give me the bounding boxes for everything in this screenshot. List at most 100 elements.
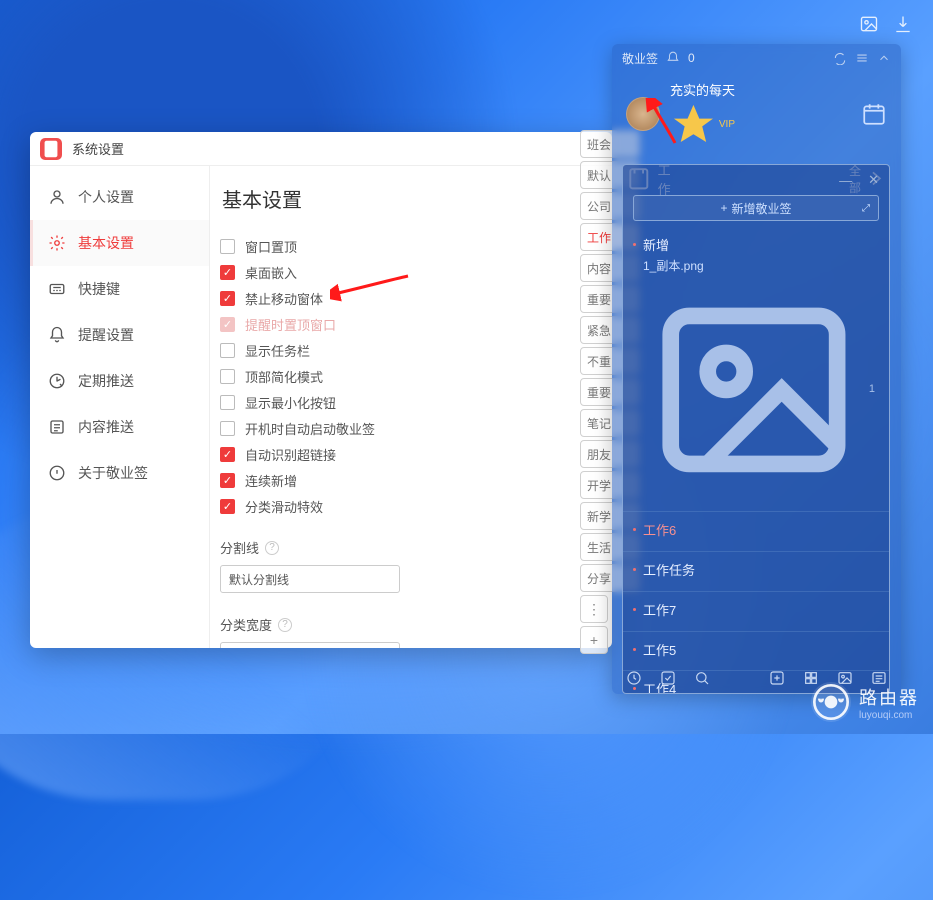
width-select[interactable]: 小（27px） ▾ xyxy=(220,642,400,648)
divider-label: 分割线 ? xyxy=(220,538,600,557)
width-label: 分类宽度 ? xyxy=(220,615,600,634)
checkbox-row[interactable]: ✓ 分类滑动特效 xyxy=(220,497,600,516)
note-item[interactable]: 新增 1_副本.png 1 xyxy=(623,227,889,512)
sidebar-item-label: 基本设置 xyxy=(78,233,134,253)
help-icon[interactable]: ? xyxy=(265,541,279,555)
settings-sidebar: 个人设置基本设置快捷键提醒设置定期推送内容推送关于敬业签 xyxy=(30,166,210,648)
sidebar-icon xyxy=(48,464,66,482)
widget-app-name: 敬业签 xyxy=(622,50,658,67)
avatar[interactable] xyxy=(626,97,660,131)
watermark: 路由器 luyouqi.com xyxy=(811,682,919,722)
note-title: 新增 xyxy=(643,237,875,256)
widget-titlebar: 敬业签 0 xyxy=(612,44,901,72)
check-icon[interactable] xyxy=(660,670,676,686)
add-note-button[interactable]: + 新增敬业签 ⤢ xyxy=(633,195,879,221)
sidebar-item-label: 关于敬业签 xyxy=(78,463,148,483)
bell-count: 0 xyxy=(688,51,695,65)
checkbox-label: 提醒时置顶窗口 xyxy=(245,315,336,334)
checkbox-row[interactable]: 显示任务栏 xyxy=(220,341,600,360)
note-item[interactable]: 工作7 xyxy=(623,592,889,632)
checkbox-label: 禁止移动窗体 xyxy=(245,289,323,308)
search-icon[interactable] xyxy=(694,670,710,686)
settings-titlebar: 系统设置 xyxy=(30,132,612,166)
sidebar-item-label: 个人设置 xyxy=(78,187,134,207)
checkbox-row[interactable]: ✓ 自动识别超链接 xyxy=(220,445,600,464)
sidebar-item[interactable]: 提醒设置 xyxy=(30,312,209,358)
checkbox-row[interactable]: 窗口置顶 xyxy=(220,237,600,256)
username: 充实的每天 xyxy=(670,80,735,99)
help-icon[interactable]: ? xyxy=(278,618,292,632)
close-button[interactable]: ✕ xyxy=(868,172,879,188)
more-icon[interactable]: ⋮ xyxy=(580,595,608,623)
checkbox-row[interactable]: 显示最小化按钮 xyxy=(220,393,600,412)
collapse-icon[interactable] xyxy=(877,51,891,65)
clock-icon[interactable] xyxy=(626,670,642,686)
checkbox-label: 自动识别超链接 xyxy=(245,445,336,464)
settings-heading: 基本设置 xyxy=(220,184,600,213)
checkbox: ✓ xyxy=(220,317,235,332)
checkbox[interactable]: ✓ xyxy=(220,291,235,306)
app-icon xyxy=(40,138,62,160)
notes-popup: — ✕ + 新增敬业签 ⤢ 新增1_副本.png 1工作6工作任务工作7工作5工… xyxy=(622,164,890,694)
bg-icon-download xyxy=(893,14,913,34)
sidebar-icon xyxy=(48,280,66,298)
note-image-count: 1 xyxy=(643,279,875,501)
checkbox[interactable] xyxy=(220,369,235,384)
checkbox[interactable]: ✓ xyxy=(220,499,235,514)
sidebar-item[interactable]: 内容推送 xyxy=(30,404,209,450)
checkbox-label: 显示最小化按钮 xyxy=(245,393,336,412)
sidebar-icon xyxy=(48,188,66,206)
checkbox[interactable] xyxy=(220,421,235,436)
checkbox-label: 窗口置顶 xyxy=(245,237,297,256)
settings-window: 系统设置 个人设置基本设置快捷键提醒设置定期推送内容推送关于敬业签 基本设置 窗… xyxy=(30,132,612,648)
sidebar-item-label: 提醒设置 xyxy=(78,325,134,345)
settings-title: 系统设置 xyxy=(72,139,124,158)
checkbox-row[interactable]: ✓ 连续新增 xyxy=(220,471,600,490)
checkbox-label: 顶部简化模式 xyxy=(245,367,323,386)
sidebar-icon xyxy=(48,418,66,436)
checkbox[interactable] xyxy=(220,239,235,254)
note-subtitle: 1_副本.png xyxy=(643,258,875,275)
checkbox[interactable]: ✓ xyxy=(220,447,235,462)
sidebar-item-label: 内容推送 xyxy=(78,417,134,437)
checkbox-row[interactable]: ✓ 桌面嵌入 xyxy=(220,263,600,282)
checkbox-label: 开机时自动启动敬业签 xyxy=(245,419,375,438)
checkbox-label: 显示任务栏 xyxy=(245,341,310,360)
divider-select[interactable]: 默认分割线 ▾ xyxy=(220,565,400,593)
note-item[interactable]: 工作任务 xyxy=(623,552,889,592)
checkbox-row[interactable]: 顶部简化模式 xyxy=(220,367,600,386)
bg-icon-picture xyxy=(859,14,879,34)
note-title: 工作6 xyxy=(643,522,875,541)
add-icon[interactable] xyxy=(769,670,785,686)
note-item[interactable]: 工作6 xyxy=(623,512,889,552)
sidebar-item[interactable]: 基本设置 xyxy=(30,220,209,266)
checkbox[interactable]: ✓ xyxy=(220,265,235,280)
minimize-button[interactable]: — xyxy=(839,173,852,188)
add-category-icon[interactable]: + xyxy=(580,626,608,654)
checkbox[interactable]: ✓ xyxy=(220,473,235,488)
checkbox[interactable] xyxy=(220,395,235,410)
note-title: 工作任务 xyxy=(643,562,875,581)
sidebar-item[interactable]: 关于敬业签 xyxy=(30,450,209,496)
widget-profile: 充实的每天 VIP xyxy=(612,72,901,160)
checkbox[interactable] xyxy=(220,343,235,358)
sidebar-icon xyxy=(48,234,66,252)
checkbox-row[interactable]: 开机时自动启动敬业签 xyxy=(220,419,600,438)
sidebar-item[interactable]: 快捷键 xyxy=(30,266,209,312)
vip-badge: VIP xyxy=(670,101,735,148)
bell-icon[interactable] xyxy=(666,51,680,65)
checkbox-label: 桌面嵌入 xyxy=(245,263,297,282)
note-list: 新增1_副本.png 1工作6工作任务工作7工作5工作4今天完成工作量工作1要求… xyxy=(623,227,889,693)
watermark-icon xyxy=(811,682,851,722)
sidebar-icon xyxy=(48,372,66,390)
expand-icon[interactable]: ⤢ xyxy=(862,203,870,214)
checkbox-label: 连续新增 xyxy=(245,471,297,490)
sidebar-item[interactable]: 个人设置 xyxy=(30,174,209,220)
checkbox-label: 分类滑动特效 xyxy=(245,497,323,516)
checkbox-row[interactable]: ✓ 禁止移动窗体 xyxy=(220,289,600,308)
sync-icon[interactable] xyxy=(833,51,847,65)
menu-icon[interactable] xyxy=(855,51,869,65)
sidebar-item[interactable]: 定期推送 xyxy=(30,358,209,404)
calendar-icon[interactable] xyxy=(861,101,887,127)
settings-content: 基本设置 窗口置顶 ✓ 桌面嵌入 ✓ 禁止移动窗体 ✓ 提醒时置顶窗口显示任务栏顶部简化模式… xyxy=(210,166,612,648)
